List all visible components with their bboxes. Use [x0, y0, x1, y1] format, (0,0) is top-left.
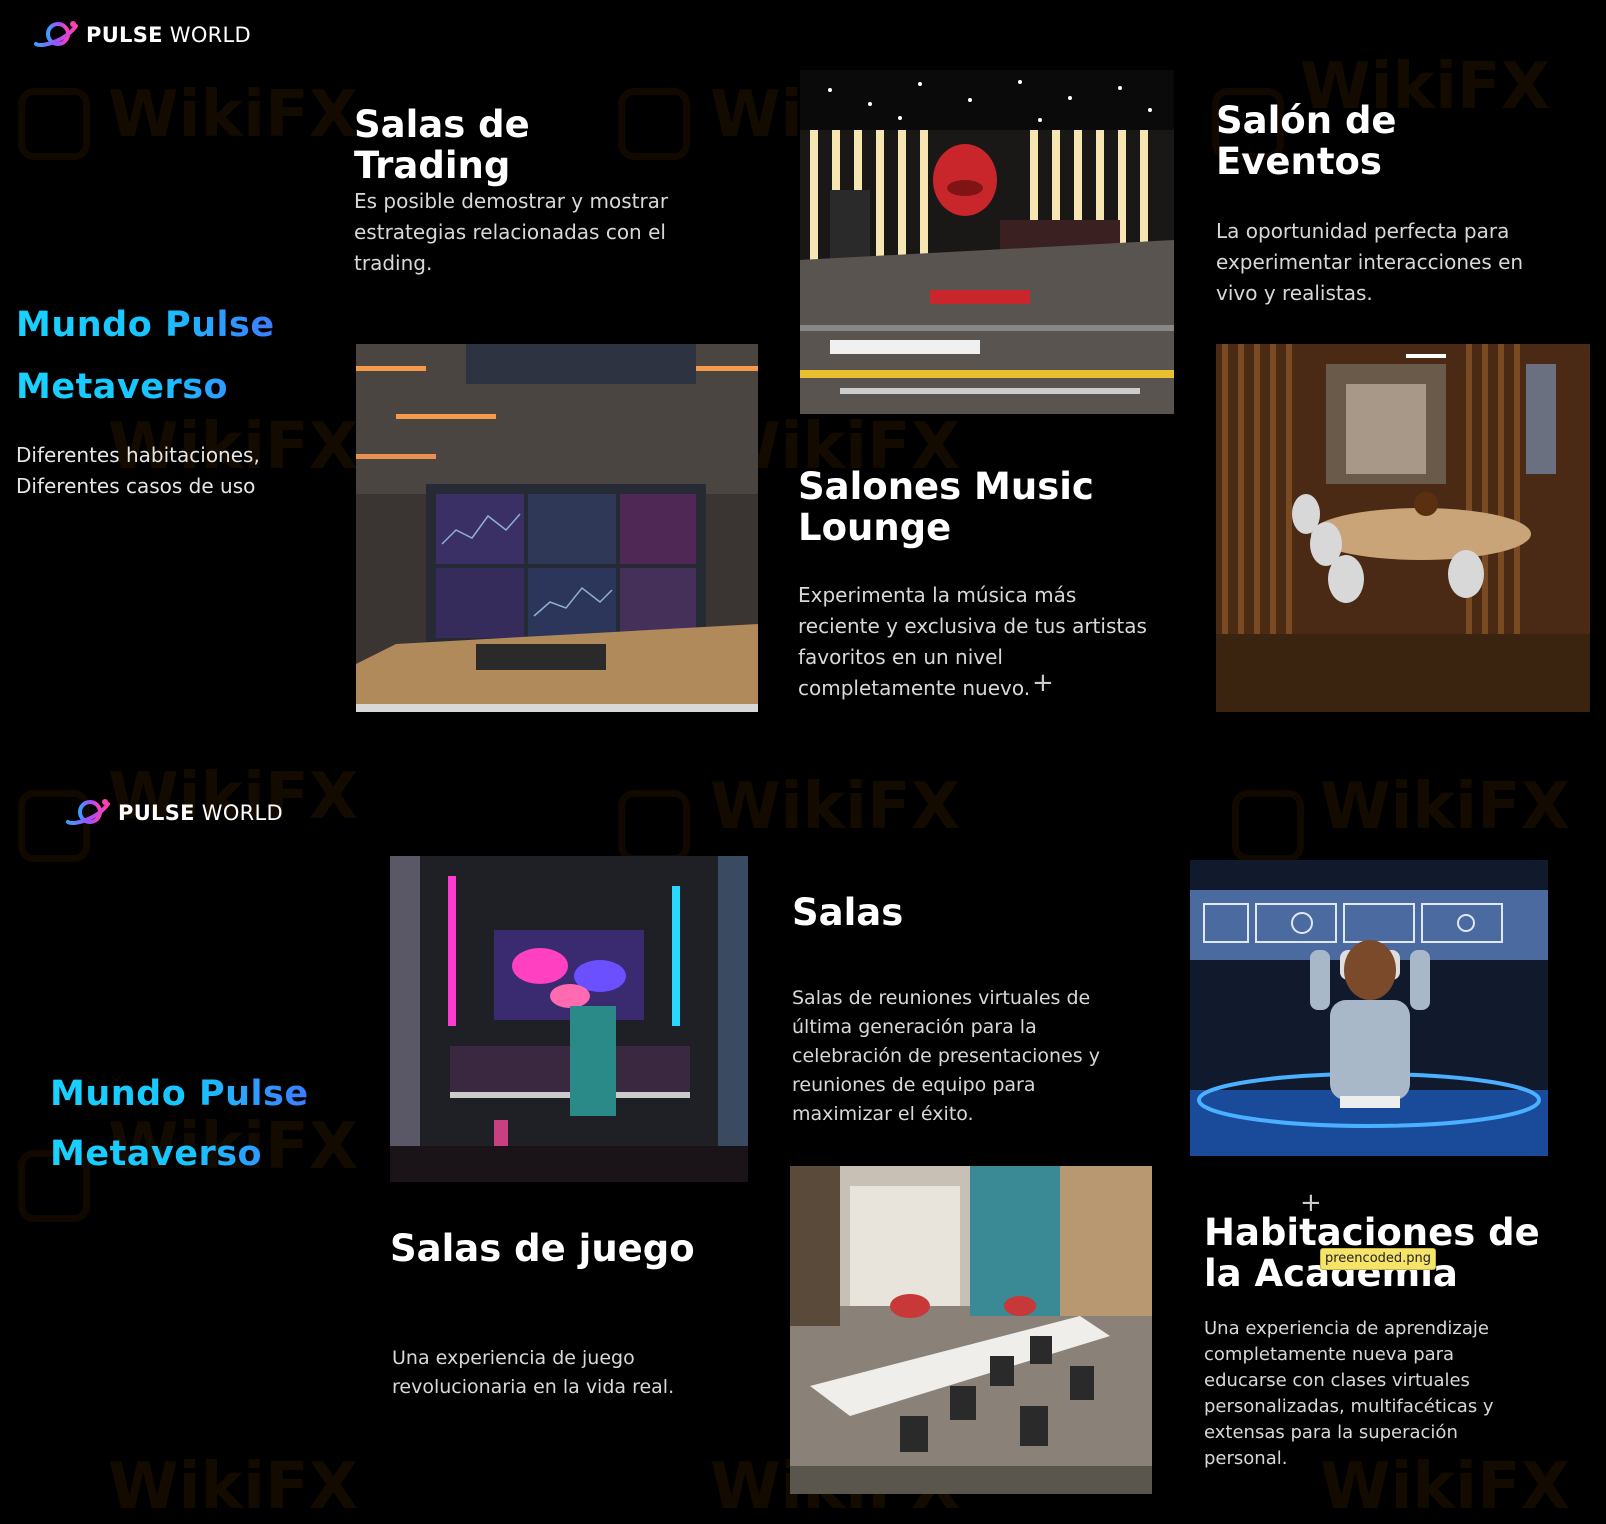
trading-card: Salas de Trading Es posible demostrar y … [354, 104, 714, 279]
brand-name: PULSE WORLD [86, 23, 252, 47]
watermark-badge [1232, 790, 1304, 862]
side-title-line: Mundo Pulse [50, 1064, 309, 1124]
description-line: revolucionaria en la vida real. [392, 1376, 675, 1398]
description-line: última generación para la [792, 1016, 1037, 1038]
description-line: Experimenta la música más [798, 583, 1077, 607]
events-card: Salón de Eventos La oportunidad perfecta… [1216, 100, 1596, 309]
rooms-description: Salas de reuniones virtuales de última g… [792, 984, 1162, 1129]
description-line: extensas para la superación [1204, 1422, 1458, 1443]
brand-logo: PULSE WORLD [64, 796, 283, 830]
gaming-title: Salas de juego [390, 1227, 695, 1270]
watermark-badge [618, 790, 690, 862]
music-lounge-image [800, 70, 1174, 414]
description-line: celebración de presentaciones y [792, 1045, 1100, 1067]
brand-logo: PULSE WORLD [32, 18, 251, 52]
title-line: Habitaciones de [1204, 1211, 1540, 1254]
events-room-image [1216, 344, 1590, 712]
title-line: Trading [354, 144, 511, 187]
description-line: educarse con clases virtuales [1204, 1370, 1470, 1391]
watermark-text: WikiFX [108, 1450, 359, 1524]
description-line: Salas de reuniones virtuales de [792, 987, 1091, 1009]
description-line: vivo y realistas. [1216, 281, 1373, 305]
side-title-bottom: Mundo Pulse Metaverso [50, 1064, 309, 1184]
events-title: Salón de Eventos [1216, 100, 1596, 182]
description-line: completamente nuevo. [798, 676, 1031, 700]
description-line: Una experiencia de aprendizaje [1204, 1318, 1489, 1339]
music-lounge-description: Experimenta la música más reciente y exc… [798, 580, 1198, 704]
trading-description: Es posible demostrar y mostrar estrategi… [354, 186, 714, 279]
brand-name: PULSE WORLD [118, 801, 284, 825]
description-line: reuniones de equipo para [792, 1074, 1036, 1096]
watermark-text: WikiFX [1320, 770, 1571, 844]
description-line: estrategias relacionadas con el [354, 220, 666, 244]
rooms-title: Salas [792, 891, 904, 934]
description-line: Es posible demostrar y mostrar [354, 189, 669, 213]
side-subtitle-line: Diferentes casos de uso [16, 474, 256, 498]
description-line: experimentar interacciones en [1216, 250, 1524, 274]
academy-vr-image [1190, 860, 1548, 1156]
crosshair-cursor-icon: + [1300, 1188, 1322, 1218]
planet-logo-icon [34, 21, 78, 47]
meeting-room-image [790, 1166, 1152, 1494]
description-line: reciente y exclusiva de tus artistas [798, 614, 1147, 638]
side-subtitle-line: Diferentes habitaciones, [16, 443, 260, 467]
title-line: Lounge [798, 506, 952, 549]
watermark-text: WikiFX [108, 78, 359, 152]
planet-logo-icon [66, 799, 110, 825]
crosshair-cursor-icon: + [1032, 668, 1054, 698]
description-line: favoritos en un nivel [798, 645, 1003, 669]
academy-description: Una experiencia de aprendizaje completam… [1204, 1316, 1594, 1472]
watermark-text: WikiFX [710, 770, 961, 844]
title-line: Salas de [354, 103, 530, 146]
file-tooltip: preencoded.png [1320, 1248, 1437, 1270]
description-line: La oportunidad perfecta para [1216, 219, 1510, 243]
description-line: trading. [354, 251, 433, 275]
side-title-line: Metaverso [50, 1124, 309, 1184]
music-lounge-card: Salones Music Lounge Experimenta la músi… [798, 466, 1198, 704]
side-title-line: Mundo Pulse [16, 294, 275, 356]
description-line: completamente nueva para [1204, 1344, 1455, 1365]
trading-title: Salas de Trading [354, 104, 714, 186]
side-title-top: Mundo Pulse Metaverso [16, 294, 275, 418]
gaming-room-image [390, 856, 748, 1182]
description-line: maximizar el éxito. [792, 1103, 974, 1125]
description-line: Una experiencia de juego [392, 1347, 635, 1369]
title-line: Salón de [1216, 99, 1397, 142]
title-line: Eventos [1216, 140, 1382, 183]
trading-room-image [356, 344, 758, 712]
description-line: personal. [1204, 1448, 1288, 1469]
watermark-badge [18, 88, 90, 160]
title-line: Salones Music [798, 465, 1094, 508]
side-subtitle-top: Diferentes habitaciones, Diferentes caso… [16, 440, 260, 502]
side-title-line: Metaverso [16, 356, 275, 418]
gaming-description: Una experiencia de juego revolucionaria … [392, 1344, 732, 1402]
events-description: La oportunidad perfecta para experimenta… [1216, 216, 1596, 309]
description-line: personalizadas, multifacéticas y [1204, 1396, 1494, 1417]
music-lounge-title: Salones Music Lounge [798, 466, 1198, 548]
